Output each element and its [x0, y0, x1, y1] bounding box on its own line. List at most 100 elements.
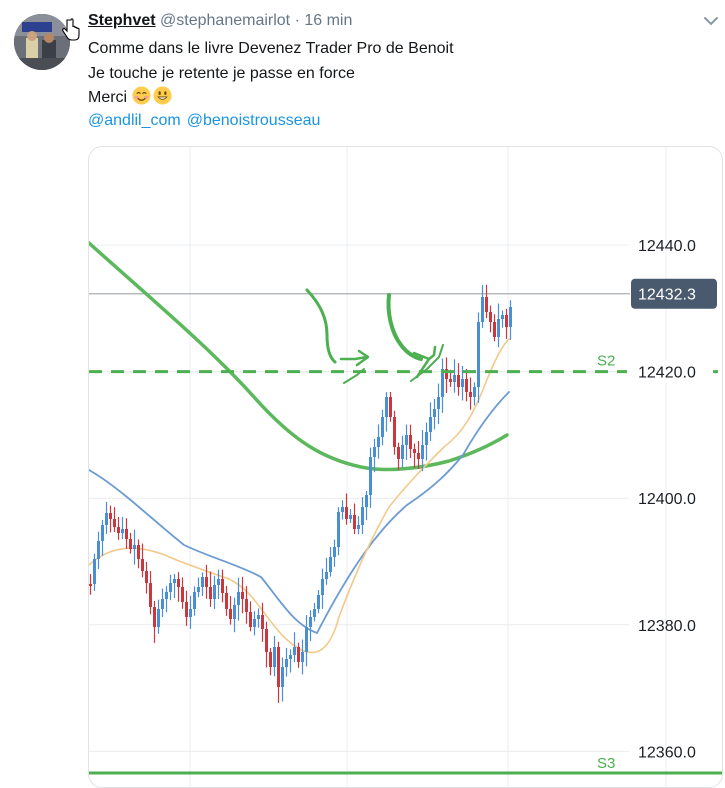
arrow-1-head [339, 349, 370, 367]
chart-image[interactable]: S2 S3 12440.0 12400.0 12380.0 12360.0 12420.0… [88, 146, 723, 788]
arrow-2-stroke [386, 293, 423, 361]
candle-up [309, 617, 312, 627]
candle-up [377, 437, 380, 447]
candle-down [185, 602, 188, 617]
candle-down [109, 513, 112, 519]
candle-down [113, 519, 116, 527]
separator-dot: · [294, 12, 300, 29]
candle-down [205, 577, 208, 587]
mentions: @andlil_com @benoistrousseau [88, 112, 326, 130]
level-label-s2: S2 [597, 353, 615, 370]
candle-up [453, 375, 456, 382]
candle-down [397, 447, 400, 459]
candle-up [381, 417, 384, 437]
candle-down [153, 607, 156, 627]
hand-cursor-icon [62, 18, 80, 41]
candle-up [201, 577, 204, 587]
candle-down [229, 609, 232, 619]
level-label-s3: S3 [597, 755, 615, 772]
candle-up [421, 445, 424, 459]
candle-up [509, 307, 512, 327]
candle-down [417, 453, 420, 459]
chart-grid [89, 147, 667, 787]
current-price-label: 12432.3 [638, 287, 696, 304]
candle-down [269, 652, 272, 667]
candle-up [425, 432, 428, 445]
tweet-line: Comme dans le livre Devenez Trader Pro d… [88, 40, 454, 57]
candle-down [177, 579, 180, 587]
candle-up [321, 579, 324, 595]
mention-link[interactable]: @benoistrousseau [187, 112, 321, 129]
candle-up [253, 619, 256, 627]
candle-up [341, 507, 344, 512]
candle-up [161, 599, 164, 609]
candle-up [473, 387, 476, 397]
candle-up [433, 409, 436, 417]
candle-down [117, 527, 120, 533]
tweet-timestamp[interactable]: 16 min [304, 12, 352, 29]
candle-down [449, 379, 452, 382]
candles [89, 284, 512, 703]
candle-up [357, 525, 360, 529]
candle-down [145, 571, 148, 583]
mention-link[interactable]: @andlil_com [88, 112, 181, 129]
candle-up [97, 541, 100, 559]
candle-down [221, 579, 224, 593]
candle-down [493, 322, 496, 337]
candle-down [353, 515, 356, 529]
grinning-face-icon [153, 86, 172, 105]
candle-down [149, 583, 152, 607]
candle-down [181, 587, 184, 602]
candle-up [105, 513, 108, 525]
candle-down [225, 593, 228, 609]
candle-up [121, 529, 124, 533]
candle-down [129, 539, 132, 549]
candle-up [197, 587, 200, 592]
candle-up [441, 369, 444, 397]
candle-up [477, 322, 480, 387]
candle-up [285, 659, 288, 667]
candle-up [301, 652, 304, 662]
candle-up [333, 547, 336, 557]
candle-down [393, 417, 396, 447]
candle-down [245, 599, 248, 612]
candle-up [405, 435, 408, 445]
tweet-text: Comme dans le livre Devenez Trader Pro d… [88, 37, 454, 111]
candle-down [485, 297, 488, 312]
candle-up [101, 525, 104, 541]
author-handle[interactable]: @stephanemairlot [160, 12, 290, 29]
hand-drawn-arrows [305, 288, 444, 384]
candle-up [93, 559, 96, 584]
candle-down [413, 449, 416, 453]
tweet-header: Stephvet @stephanemairlot · 16 min [88, 11, 352, 31]
price-axis: 12440.0 12400.0 12380.0 12360.0 12420.0 12432… [627, 238, 717, 761]
candle-up [385, 397, 388, 417]
candle-down [389, 397, 392, 417]
candle-up [165, 592, 168, 599]
candle-up [369, 457, 372, 495]
candle-up [289, 655, 292, 659]
candle-down [137, 545, 140, 559]
author-name[interactable]: Stephvet [88, 12, 156, 29]
candle-down [241, 592, 244, 599]
candle-down [469, 392, 472, 397]
candle-down [297, 647, 300, 662]
candle-up [481, 297, 484, 322]
candle-up [189, 609, 192, 617]
candle-up [429, 417, 432, 432]
price-tick-label: 12360.0 [638, 744, 696, 761]
candle-up [281, 667, 284, 687]
candle-down [125, 529, 128, 539]
candle-down [465, 379, 468, 392]
price-chart: S2 S3 12440.0 12400.0 12380.0 12360.0 12420.0… [89, 147, 722, 787]
candle-down [209, 587, 212, 599]
candle-up [501, 315, 504, 319]
candle-up [273, 647, 276, 667]
candle-up [173, 579, 176, 583]
tweet-line-thanks: Merci [88, 86, 454, 111]
chevron-down-icon[interactable] [702, 14, 720, 28]
candle-down [277, 647, 280, 687]
candle-up [257, 615, 260, 619]
candle-down [457, 375, 460, 387]
candle-up [313, 609, 316, 617]
